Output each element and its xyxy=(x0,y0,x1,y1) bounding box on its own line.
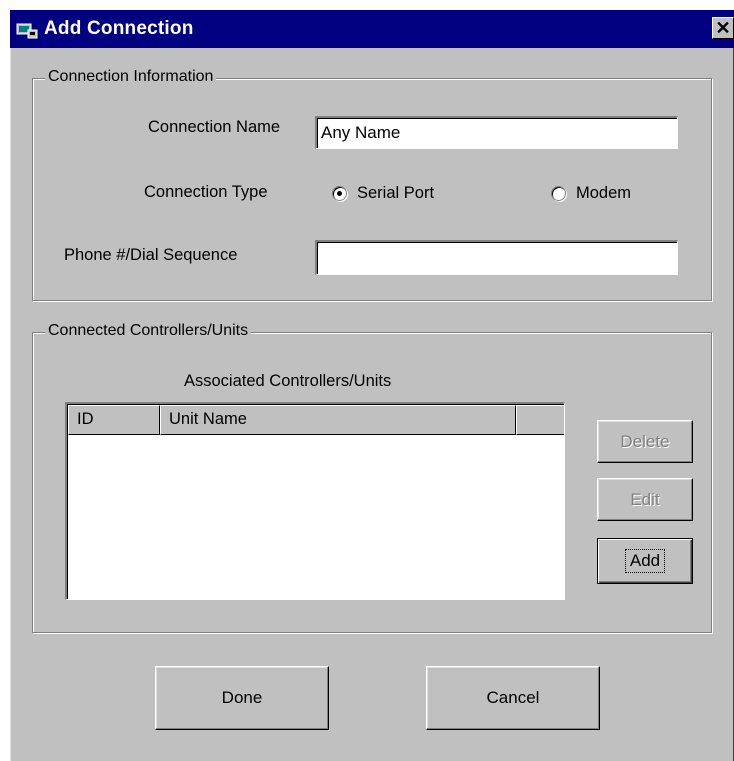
add-button-label: Add xyxy=(624,548,666,574)
radio-serial-port-label: Serial Port xyxy=(357,184,435,202)
radio-modem[interactable]: Modem xyxy=(551,184,631,203)
close-button[interactable]: ✕ xyxy=(712,17,734,39)
connected-controllers-legend: Connected Controllers/Units xyxy=(45,322,252,340)
delete-button[interactable]: Delete xyxy=(597,420,693,463)
connection-name-input[interactable] xyxy=(315,116,678,149)
radio-modem-indicator[interactable] xyxy=(551,186,566,201)
connection-type-label: Connection Type xyxy=(144,183,268,201)
add-connection-dialog: Add Connection ✕ Connection Information … xyxy=(10,10,734,761)
radio-serial-port-indicator[interactable] xyxy=(332,186,347,201)
connection-information-legend: Connection Information xyxy=(45,68,217,86)
done-button[interactable]: Done xyxy=(155,666,329,730)
title-bar[interactable]: Add Connection ✕ xyxy=(10,10,734,48)
column-header-id[interactable]: ID xyxy=(68,405,160,435)
column-header-unit-name[interactable]: Unit Name xyxy=(160,405,516,435)
radio-modem-label: Modem xyxy=(576,184,632,202)
window-title: Add Connection xyxy=(44,18,194,39)
phone-dial-sequence-label: Phone #/Dial Sequence xyxy=(64,246,238,264)
radio-serial-port[interactable]: Serial Port xyxy=(332,184,434,203)
cancel-button[interactable]: Cancel xyxy=(426,666,600,730)
connection-name-label: Connection Name xyxy=(148,118,281,136)
edit-button[interactable]: Edit xyxy=(597,478,693,521)
close-icon: ✕ xyxy=(715,18,731,38)
add-button[interactable]: Add xyxy=(597,538,693,584)
associated-controllers-title: Associated Controllers/Units xyxy=(184,372,392,390)
column-header-blank[interactable] xyxy=(516,405,564,435)
controllers-list[interactable]: ID Unit Name xyxy=(65,402,565,600)
phone-dial-sequence-input[interactable] xyxy=(315,240,678,275)
connection-icon xyxy=(16,23,38,39)
